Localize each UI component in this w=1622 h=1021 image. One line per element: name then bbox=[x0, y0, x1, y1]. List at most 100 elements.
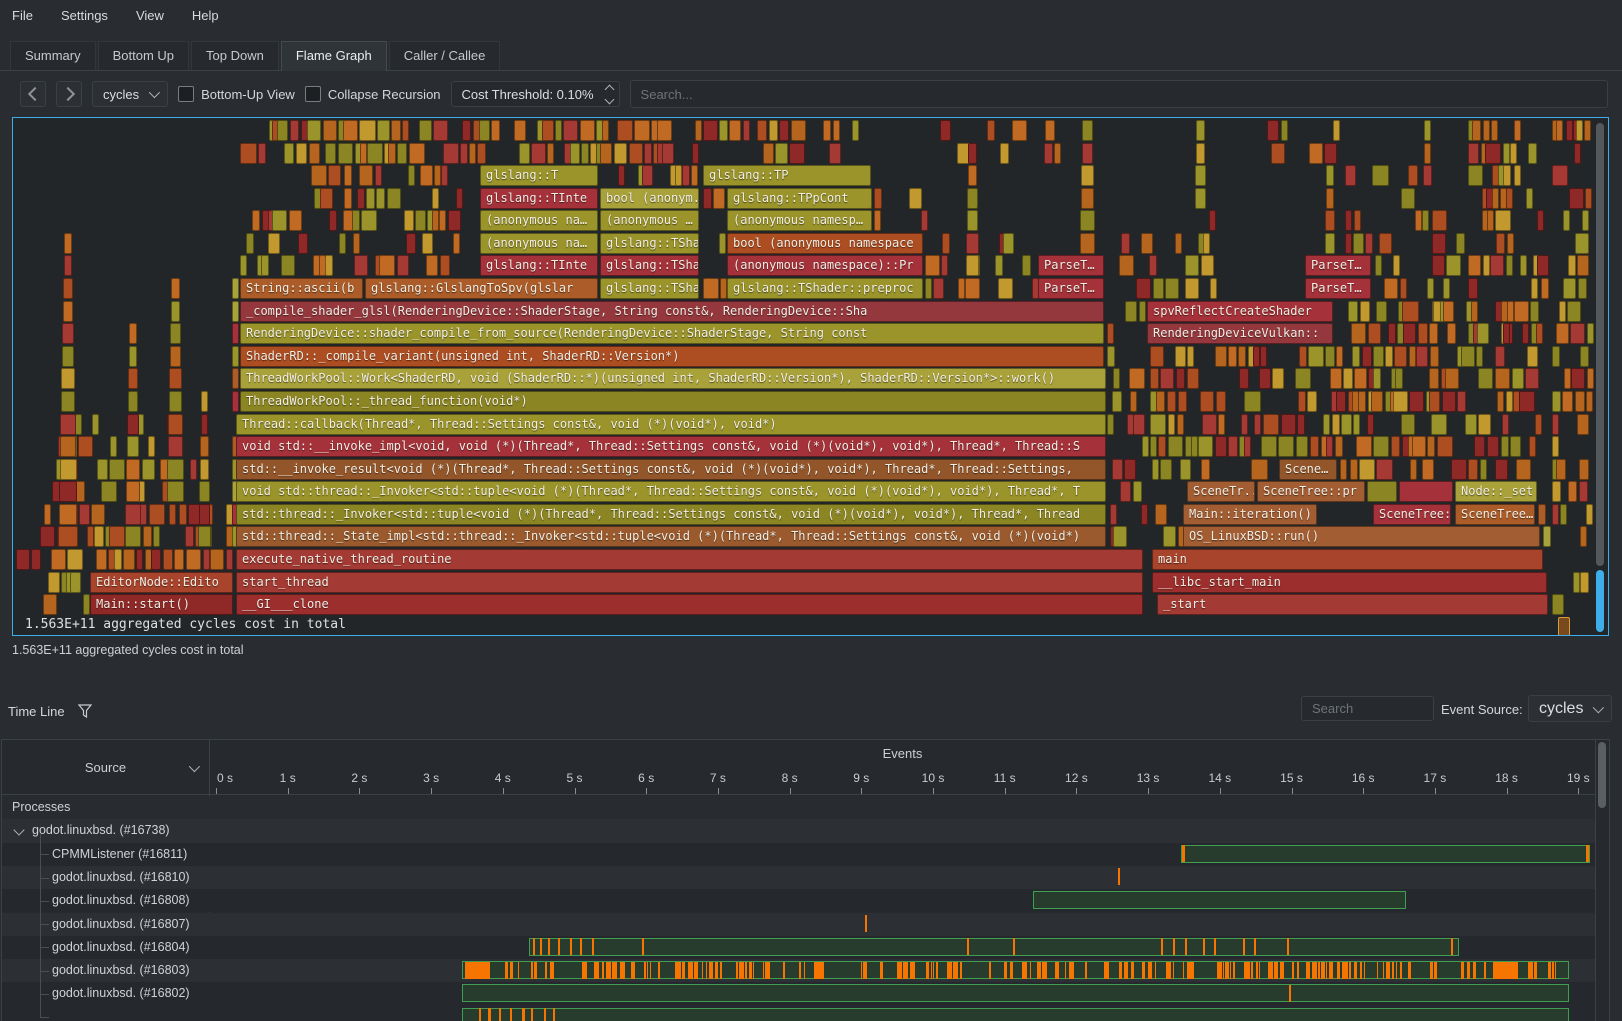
flame-bar[interactable] bbox=[691, 165, 698, 186]
flame-bar[interactable] bbox=[409, 143, 425, 164]
flame-bar[interactable] bbox=[874, 188, 882, 209]
flame-bar[interactable]: Main::iteration() bbox=[1183, 504, 1317, 525]
flame-bar[interactable] bbox=[16, 549, 30, 570]
flame-bar[interactable] bbox=[1371, 391, 1383, 412]
flame-bar[interactable] bbox=[1503, 323, 1510, 344]
flame-bar[interactable] bbox=[440, 255, 450, 276]
flame-bar[interactable] bbox=[1080, 233, 1096, 254]
flame-bar[interactable] bbox=[1483, 255, 1490, 276]
event-tick[interactable] bbox=[1493, 962, 1496, 979]
flame-bar[interactable] bbox=[1507, 301, 1514, 322]
event-tick[interactable] bbox=[644, 962, 646, 979]
flame-bar[interactable]: ShaderRD::_compile_variant(unsigned int,… bbox=[240, 346, 1104, 367]
flame-bar[interactable] bbox=[1163, 526, 1177, 547]
flame-bar[interactable] bbox=[1552, 436, 1559, 457]
flame-bar[interactable] bbox=[1571, 368, 1585, 389]
flame-bar[interactable] bbox=[1129, 368, 1145, 389]
event-tick[interactable] bbox=[1203, 938, 1205, 955]
flame-bar[interactable] bbox=[1433, 301, 1441, 322]
event-tick[interactable] bbox=[1274, 962, 1279, 979]
flame-bar[interactable] bbox=[1552, 481, 1561, 502]
flame-bar[interactable] bbox=[388, 143, 396, 164]
flame-bar[interactable] bbox=[477, 143, 485, 164]
flame-bar[interactable] bbox=[200, 436, 209, 457]
flame-bar[interactable] bbox=[1365, 233, 1373, 254]
scrollbar-indicator[interactable] bbox=[1596, 570, 1604, 632]
flame-bar[interactable] bbox=[136, 549, 143, 570]
flame-bar[interactable] bbox=[1215, 436, 1227, 457]
flame-bar[interactable] bbox=[1281, 120, 1288, 141]
flame-bar[interactable] bbox=[1522, 323, 1529, 344]
flame-bar[interactable] bbox=[1409, 346, 1416, 367]
event-tick[interactable] bbox=[594, 962, 599, 979]
flame-bar[interactable] bbox=[921, 210, 928, 231]
event-span-bar[interactable] bbox=[529, 938, 1459, 956]
flame-bar[interactable] bbox=[1451, 459, 1467, 480]
event-tick[interactable] bbox=[1022, 962, 1027, 979]
flame-bar[interactable] bbox=[1260, 346, 1267, 367]
flame-bar[interactable] bbox=[1178, 391, 1188, 412]
event-tick[interactable] bbox=[470, 962, 472, 979]
flame-bar[interactable] bbox=[64, 255, 73, 276]
flame-bar[interactable] bbox=[1003, 233, 1014, 254]
flame-bar[interactable] bbox=[232, 323, 239, 344]
flame-bar[interactable] bbox=[1308, 346, 1324, 367]
flame-bar[interactable] bbox=[1525, 368, 1539, 389]
flame-bar[interactable] bbox=[169, 368, 182, 389]
flame-bar[interactable] bbox=[662, 143, 674, 164]
flame-bar[interactable] bbox=[1468, 165, 1483, 186]
flame-bar[interactable]: (anonymous … bbox=[600, 210, 699, 231]
flame-bar[interactable] bbox=[1352, 346, 1360, 367]
flame-bar[interactable] bbox=[1142, 436, 1149, 457]
event-tick[interactable] bbox=[1430, 962, 1432, 979]
flame-bar[interactable] bbox=[1107, 323, 1114, 344]
event-tick[interactable] bbox=[799, 962, 800, 979]
event-tick[interactable] bbox=[1484, 962, 1486, 979]
flame-bar[interactable] bbox=[1336, 391, 1346, 412]
flame-bar[interactable]: bool (anonym. bbox=[600, 188, 699, 209]
flame-bar[interactable] bbox=[361, 210, 376, 231]
flame-bar[interactable]: glslang::T bbox=[480, 165, 598, 186]
flame-bar[interactable] bbox=[1402, 301, 1418, 322]
flame-bar[interactable] bbox=[617, 120, 633, 141]
event-tick[interactable] bbox=[1183, 962, 1185, 979]
flame-bar[interactable] bbox=[62, 346, 75, 367]
event-tick[interactable] bbox=[1509, 962, 1511, 979]
flame-graph-panel[interactable]: glslang::Tglslang::TPglslang::TIntebool … bbox=[12, 117, 1609, 636]
flame-bar[interactable] bbox=[1580, 526, 1587, 547]
flame-bar[interactable] bbox=[1323, 414, 1330, 435]
flame-bar[interactable] bbox=[1228, 436, 1238, 457]
flame-bar[interactable] bbox=[1368, 323, 1381, 344]
flame-bar[interactable] bbox=[1272, 368, 1284, 389]
flame-bar[interactable] bbox=[360, 143, 367, 164]
event-tick[interactable] bbox=[1155, 962, 1156, 979]
flame-bar[interactable] bbox=[942, 233, 950, 254]
flame-bar[interactable] bbox=[719, 233, 726, 254]
flame-bar[interactable] bbox=[1345, 233, 1352, 254]
flame-bar[interactable] bbox=[1429, 323, 1438, 344]
flame-bar[interactable] bbox=[1576, 120, 1583, 141]
flame-bar[interactable] bbox=[185, 526, 194, 547]
flame-bar[interactable] bbox=[1110, 504, 1117, 525]
flame-bar[interactable] bbox=[1180, 459, 1191, 480]
flame-bar[interactable] bbox=[298, 233, 308, 254]
event-tick[interactable] bbox=[1161, 938, 1163, 955]
event-tick[interactable] bbox=[518, 962, 519, 979]
flame-bar[interactable] bbox=[967, 188, 978, 209]
flame-bar[interactable] bbox=[344, 188, 353, 209]
flame-bar[interactable] bbox=[1112, 391, 1122, 412]
event-tick[interactable] bbox=[1306, 962, 1309, 979]
event-tick[interactable] bbox=[897, 962, 902, 979]
event-tick[interactable] bbox=[642, 938, 644, 955]
flame-bar[interactable] bbox=[1350, 459, 1358, 480]
flame-bar[interactable] bbox=[1150, 414, 1166, 435]
flame-bar[interactable] bbox=[415, 210, 426, 231]
flame-bar[interactable] bbox=[1432, 255, 1445, 276]
flame-bar[interactable]: execute_native_thread_routine bbox=[236, 549, 1143, 570]
event-tick[interactable] bbox=[1282, 962, 1284, 979]
flame-bar[interactable] bbox=[1330, 368, 1341, 389]
event-tick[interactable] bbox=[1292, 962, 1294, 979]
event-tick[interactable] bbox=[1055, 962, 1059, 979]
event-tick[interactable] bbox=[1586, 845, 1589, 862]
flame-bar[interactable] bbox=[1552, 391, 1561, 412]
